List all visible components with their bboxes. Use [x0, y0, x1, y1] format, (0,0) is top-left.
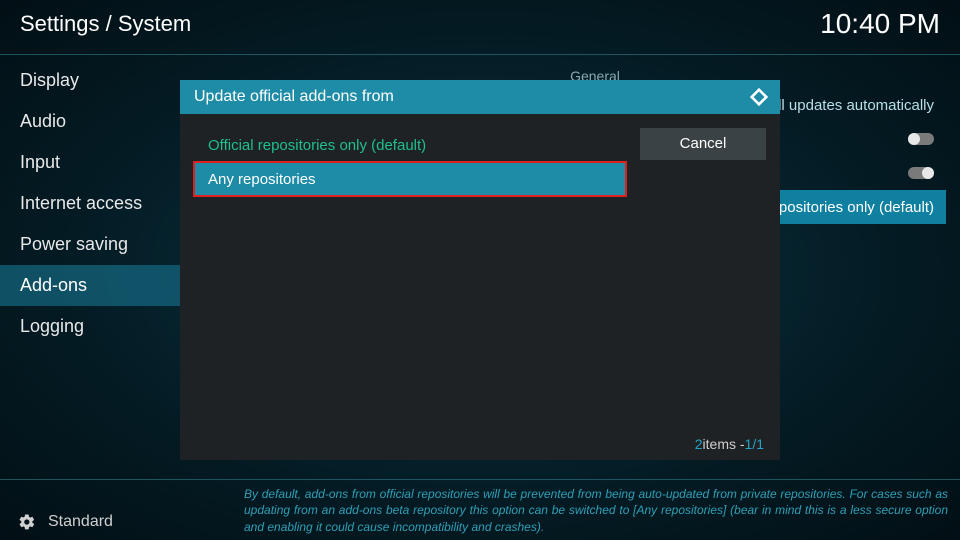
settings-level-label: Standard: [48, 513, 113, 531]
dialog-footer: 2 items - 1/1: [180, 428, 780, 460]
footer-items-sep: items -: [703, 436, 745, 452]
dialog-title: Update official add-ons from: [194, 88, 394, 106]
dialog-option-list: Official repositories only (default) Any…: [180, 128, 640, 428]
cancel-button[interactable]: Cancel: [640, 128, 766, 160]
clock: 10:40 PM: [820, 8, 940, 40]
breadcrumb: Settings / System: [20, 11, 191, 37]
header-divider: [0, 54, 960, 55]
toggle-notifications[interactable]: [908, 133, 934, 145]
dialog-update-official: Update official add-ons from Official re…: [180, 80, 780, 460]
footer-count: 2: [695, 436, 703, 452]
option-any-repositories[interactable]: Any repositories: [194, 162, 626, 196]
toggle-unknown-sources[interactable]: [908, 167, 934, 179]
kodi-logo-icon: [748, 86, 770, 108]
footer-divider: [0, 479, 960, 480]
option-official-repos[interactable]: Official repositories only (default): [194, 128, 626, 162]
footer-page: 1/1: [745, 436, 764, 452]
help-text: By default, add-ons from official reposi…: [244, 486, 948, 536]
gear-icon: [18, 513, 36, 531]
dialog-header: Update official add-ons from: [180, 80, 780, 114]
settings-level-button[interactable]: Standard: [0, 504, 230, 540]
